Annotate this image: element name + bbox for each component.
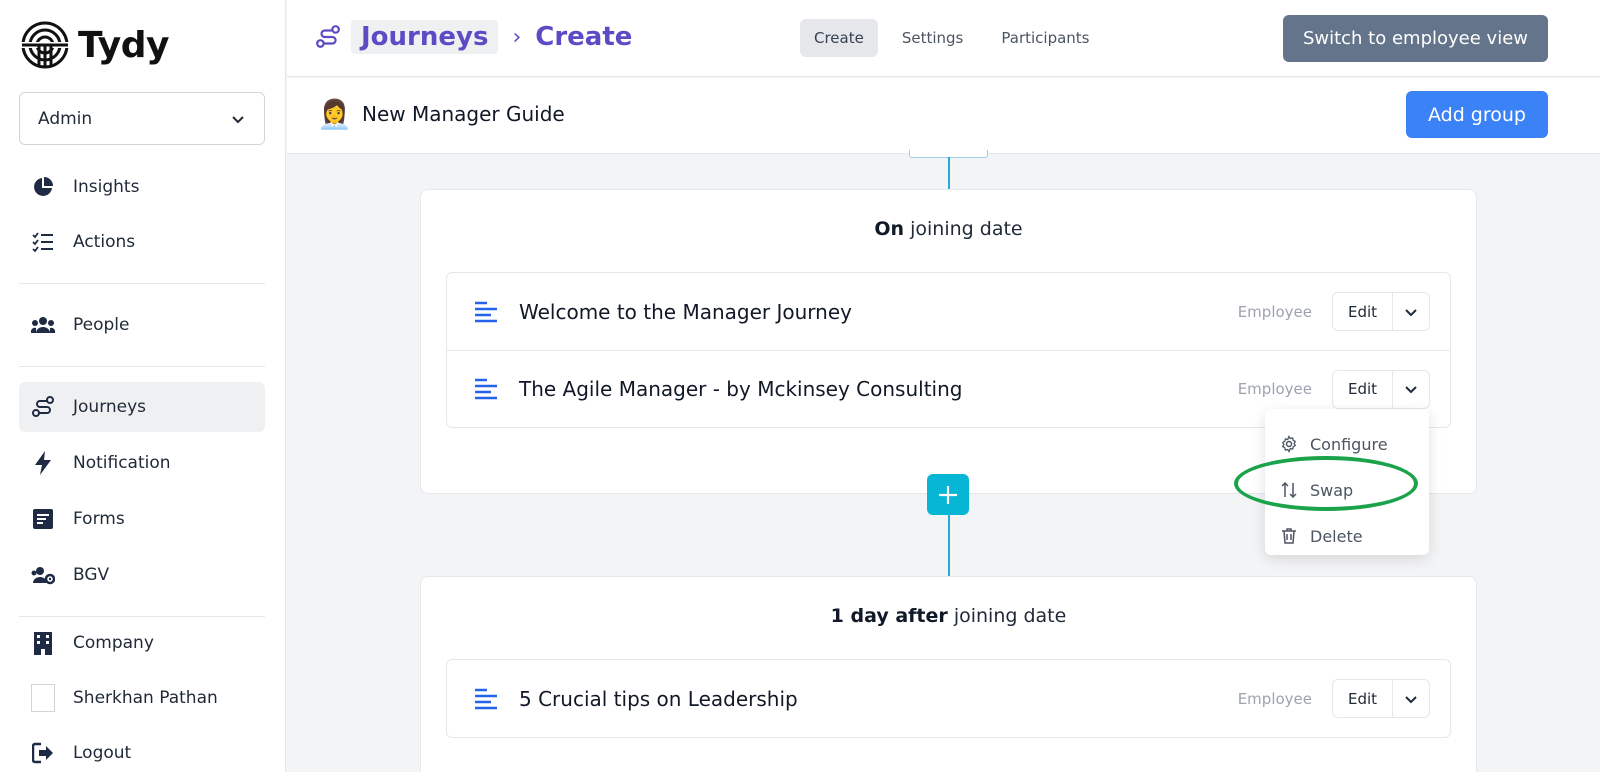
gear-icon [1281,435,1297,453]
group-heading: 1 day after joining date [830,605,1067,627]
more-options-button[interactable] [1393,293,1429,330]
text-lines-icon [475,301,497,322]
text-lines-icon [475,378,497,400]
sidebar-item-bgv[interactable]: BGV [19,550,265,600]
plus-icon [939,485,957,504]
nav-divider [19,366,265,367]
list-item[interactable]: Welcome to the Manager Journey Employee … [447,273,1450,350]
more-options-button[interactable] [1393,371,1429,408]
menu-item-delete[interactable]: Delete [1265,513,1429,559]
tydy-logo-icon [20,21,70,69]
sidebar-item-label: Forms [73,509,125,529]
edit-button[interactable]: Edit [1333,370,1393,408]
sidebar-item-company[interactable]: Company [19,618,265,668]
tab-settings[interactable]: Settings [888,19,978,57]
group-card: 1 day after joining date 5 Crucial tips … [420,576,1477,772]
item-title: 5 Crucial tips on Leadership [519,686,798,711]
item-role: Employee [1237,380,1312,398]
logout-icon [31,741,55,765]
edit-button[interactable]: Edit [1333,680,1393,717]
sidebar-item-label: Logout [73,743,132,763]
nav-divider [19,616,265,617]
sidebar-item-journeys[interactable]: Journeys [19,382,265,432]
breadcrumb-journeys-link[interactable]: Journeys [351,20,499,54]
sidebar-item-people[interactable]: People [19,300,265,350]
sidebar-item-label: People [73,315,130,335]
role-select-value: Admin [38,108,93,129]
text-lines-icon [475,688,497,709]
sidebar-item-label: Insights [73,177,140,197]
switch-to-employee-view-button[interactable]: Switch to employee view [1282,15,1548,62]
sidebar-item-actions[interactable]: Actions [19,217,265,267]
item-title: Welcome to the Manager Journey [519,299,852,324]
chevron-down-icon [1405,308,1417,316]
breadcrumb-current: Create [535,22,633,52]
journey-title: New Manager Guide [362,102,565,126]
trash-icon [1282,528,1296,544]
menu-item-label: Swap [1310,480,1354,500]
list-item[interactable]: 5 Crucial tips on Leadership Employee Ed… [447,660,1450,737]
add-group-plus-button[interactable] [927,474,969,515]
nav-divider [19,283,265,284]
logo[interactable]: Tydy [20,20,170,70]
chevron-down-icon [232,115,244,123]
building-icon [31,631,55,655]
journey-icon [316,25,340,48]
item-title: The Agile Manager - by Mckinsey Consulti… [519,377,963,401]
add-group-button[interactable]: Add group [1405,91,1548,138]
breadcrumb: Journeys › Create [315,20,632,54]
topbar: Journeys › Create Create Settings Partic… [287,0,1600,77]
menu-item-swap[interactable]: Swap [1265,467,1429,513]
item-actions: Edit [1332,292,1430,331]
journey-emoji: 👩‍💼 [317,98,352,131]
sidebar-item-logout[interactable]: Logout [19,728,265,772]
journey-header: 👩‍💼 New Manager Guide Add group [287,78,1600,154]
menu-item-configure[interactable]: Configure [1265,421,1429,467]
chevron-down-icon [1405,386,1417,394]
menu-item-label: Delete [1310,526,1363,546]
checklist-icon [31,230,55,254]
sidebar-item-label: Notification [73,453,171,473]
sidebar-item-profile[interactable]: Sherkhan Pathan [19,673,265,723]
connector-line [948,157,950,190]
sidebar-item-forms[interactable]: Forms [19,494,265,544]
item-actions: Edit [1332,679,1430,718]
sidebar-item-notification[interactable]: Notification [19,438,265,488]
avatar [31,684,55,712]
tab-participants[interactable]: Participants [987,19,1103,57]
connector-line [948,514,950,577]
more-options-button[interactable] [1393,680,1429,717]
journey-tabs: Create Settings Participants [800,19,1104,57]
bolt-icon [31,451,55,475]
sidebar: Tydy Admin Insights Actions People Journ… [0,0,286,772]
form-icon [31,507,55,531]
journey-icon [31,395,55,419]
edit-button[interactable]: Edit [1333,293,1393,330]
item-actions: Edit [1332,369,1430,409]
group-heading: On joining date [874,218,1023,240]
sidebar-item-label: Sherkhan Pathan [73,688,218,708]
swap-icon [1281,481,1297,499]
sidebar-item-label: Journeys [73,397,147,417]
item-options-menu: Configure Swap Delete [1265,409,1429,555]
role-select[interactable]: Admin [19,92,265,145]
pie-chart-icon [31,175,55,199]
item-role: Employee [1237,302,1312,321]
item-role: Employee [1237,689,1312,708]
chevron-down-icon [1405,695,1417,703]
tab-create[interactable]: Create [800,19,878,57]
sidebar-item-label: BGV [73,565,110,585]
people-icon [31,313,55,337]
brand-name: Tydy [78,24,170,66]
sidebar-item-label: Company [73,633,154,653]
user-gear-icon [31,563,55,587]
chevron-right-icon: › [512,24,522,50]
menu-item-label: Configure [1310,434,1388,454]
sidebar-item-label: Actions [73,232,136,252]
sidebar-item-insights[interactable]: Insights [19,162,265,212]
group-items: Welcome to the Manager Journey Employee … [446,272,1451,428]
group-items: 5 Crucial tips on Leadership Employee Ed… [446,659,1451,738]
